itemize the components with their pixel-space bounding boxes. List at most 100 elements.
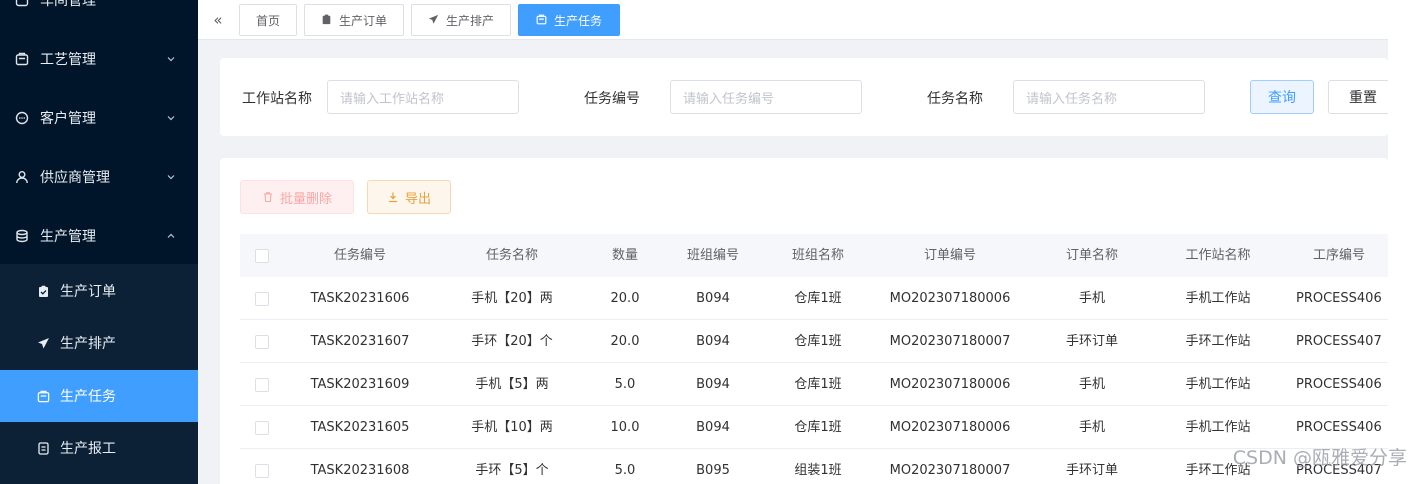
sidebar: 车间管理 工艺管理 客户管理 供应商管理 生产管理 生产订单 生产排产 生产任务…	[0, 0, 198, 484]
table-row[interactable]: TASK20231605 手机【10】两 10.0 B094 仓库1班 MO20…	[240, 406, 1388, 449]
station-name-label: 工作站名称	[242, 91, 312, 107]
tabs-bar: « 首页 生产订单 生产排产 生产任务	[198, 0, 1388, 40]
cell-task-name: 手环【20】个	[471, 334, 553, 349]
clipboard-icon	[321, 14, 333, 26]
row-checkbox[interactable]	[255, 335, 269, 349]
menu-label: 车间管理	[40, 0, 96, 9]
sidebar-item-production-schedule[interactable]: 生产排产	[0, 317, 198, 369]
sidebar-item-production-task[interactable]: 生产任务	[0, 370, 198, 422]
sidebar-item-production-report[interactable]: 生产报工	[0, 422, 198, 474]
row-checkbox[interactable]	[255, 464, 269, 478]
cell-order-name: 手环订单	[1065, 334, 1118, 349]
table-row[interactable]: TASK20231606 手机【20】两 20.0 B094 仓库1班 MO20…	[240, 277, 1388, 320]
cell-station-name: 手环工作站	[1185, 334, 1251, 349]
header-quantity: 数量	[611, 248, 638, 263]
sidebar-item-production-order[interactable]: 生产订单	[0, 265, 198, 317]
watermark: CSDN @瓯雅爱分享	[1232, 447, 1407, 469]
batch-delete-button[interactable]: 批量删除	[240, 180, 354, 214]
tab-label: 生产排产	[445, 13, 494, 28]
sub-label: 生产报工	[60, 441, 116, 457]
header-team-name: 班组名称	[791, 248, 844, 263]
grid-icon	[14, 0, 30, 8]
menu-label: 生产管理	[40, 229, 96, 245]
cell-order-code: MO202307180007	[889, 334, 1011, 349]
table-row[interactable]: TASK20231607 手环【20】个 20.0 B094 仓库1班 MO20…	[240, 320, 1388, 363]
header-team-code: 班组编号	[686, 248, 739, 263]
tab-production-schedule[interactable]: 生产排产	[411, 4, 511, 36]
menu-item-production[interactable]: 生产管理	[0, 209, 198, 263]
export-label: 导出	[404, 191, 431, 207]
cell-process-code: PROCESS406	[1296, 377, 1382, 392]
select-all-checkbox[interactable]	[255, 249, 269, 263]
cell-task-name: 手机【20】两	[471, 291, 553, 306]
task-code-placeholder: 请输入任务编号	[683, 91, 775, 107]
cell-station-name: 手机工作站	[1185, 291, 1251, 306]
station-name-placeholder: 请输入工作站名称	[340, 91, 445, 107]
cell-team-code: B094	[696, 291, 730, 306]
cell-order-code: MO202307180006	[889, 377, 1011, 392]
main-content: « 首页 生产订单 生产排产 生产任务 工作站名称 请输入工作站名称 任务编号 …	[198, 0, 1398, 484]
table-row[interactable]: TASK20231609 手机【5】两 5.0 B094 仓库1班 MO2023…	[240, 363, 1388, 406]
cell-quantity: 10.0	[610, 420, 640, 435]
tab-label: 生产任务	[553, 13, 602, 28]
cell-team-name: 仓库1班	[794, 420, 842, 435]
cell-quantity: 20.0	[610, 291, 640, 306]
cell-order-name: 手机	[1078, 377, 1105, 392]
tab-label: 生产订单	[338, 13, 387, 28]
box-icon	[536, 14, 548, 26]
batch-delete-label: 批量删除	[279, 191, 332, 207]
cell-process-code: PROCESS406	[1296, 291, 1382, 306]
table-header: 任务编号 任务名称 数量 班组编号 班组名称 订单编号 订单名称 工作站名称 工…	[240, 234, 1388, 277]
sub-label: 生产排产	[60, 336, 116, 352]
task-name-label: 任务名称	[927, 91, 983, 107]
menu-label: 供应商管理	[40, 170, 110, 186]
chevron-up-icon	[167, 233, 175, 238]
menu-item-process[interactable]: 工艺管理	[0, 32, 198, 86]
database-icon	[14, 228, 30, 244]
row-checkbox[interactable]	[255, 292, 269, 306]
document-icon	[36, 441, 50, 455]
cell-team-code: B094	[696, 334, 730, 349]
search-button[interactable]: 查询	[1250, 80, 1314, 114]
sub-label: 生产订单	[60, 284, 116, 300]
collapse-icon[interactable]: «	[208, 8, 228, 32]
cell-order-name: 手环订单	[1065, 463, 1118, 478]
tab-label: 首页	[255, 13, 280, 28]
tab-production-order[interactable]: 生产订单	[304, 4, 404, 36]
header-task-name: 任务名称	[485, 248, 538, 263]
cell-order-code: MO202307180006	[889, 291, 1011, 306]
task-name-input[interactable]: 请输入任务名称	[1013, 80, 1205, 114]
station-name-input[interactable]: 请输入工作站名称	[327, 80, 519, 114]
cell-team-name: 仓库1班	[794, 334, 842, 349]
task-table-card: 批量删除 导出 任务编号 任务名称 数量 班组编号 班组名称 订单编号 订单名称…	[220, 158, 1388, 484]
cell-quantity: 5.0	[614, 377, 636, 392]
table-row[interactable]: TASK20231608 手环【5】个 5.0 B095 组装1班 MO2023…	[240, 449, 1388, 484]
menu-item-customer[interactable]: 客户管理	[0, 91, 198, 145]
chevron-down-icon	[167, 57, 175, 62]
task-code-label: 任务编号	[584, 91, 640, 107]
menu-item-supplier[interactable]: 供应商管理	[0, 150, 198, 204]
cell-order-code: MO202307180007	[889, 463, 1011, 478]
row-checkbox[interactable]	[255, 378, 269, 392]
tab-home[interactable]: 首页	[239, 4, 297, 36]
send-icon	[36, 336, 50, 350]
row-checkbox[interactable]	[255, 421, 269, 435]
clipboard-icon	[36, 284, 50, 298]
menu-label: 客户管理	[40, 111, 96, 127]
box-icon	[14, 51, 30, 67]
cell-process-code: PROCESS407	[1296, 334, 1382, 349]
cell-team-code: B094	[696, 420, 730, 435]
menu-label: 工艺管理	[40, 52, 96, 68]
tab-production-task[interactable]: 生产任务	[518, 4, 620, 36]
cell-task-name: 手机【5】两	[475, 377, 549, 392]
cell-order-name: 手机	[1078, 420, 1105, 435]
cell-quantity: 20.0	[610, 334, 640, 349]
user-icon	[14, 169, 30, 185]
sub-label: 生产任务	[60, 389, 116, 405]
export-button[interactable]: 导出	[367, 180, 451, 214]
task-code-input[interactable]: 请输入任务编号	[670, 80, 862, 114]
menu-item-workshop[interactable]: 车间管理	[0, 0, 198, 27]
download-icon	[388, 192, 397, 203]
cell-station-name: 手机工作站	[1185, 377, 1251, 392]
cell-team-name: 仓库1班	[794, 377, 842, 392]
